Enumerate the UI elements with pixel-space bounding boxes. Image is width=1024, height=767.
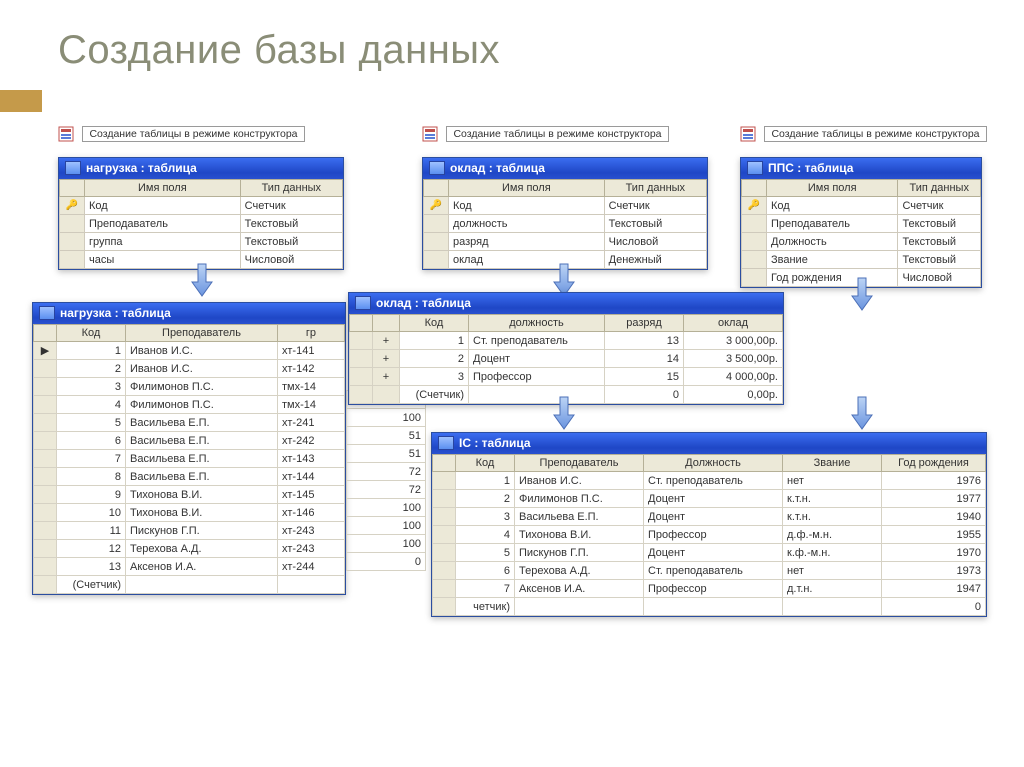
- win-pps-sheet[interactable]: ІС : таблица КодПреподавательДолжностьЗв…: [431, 432, 987, 617]
- field-name[interactable]: Преподаватель: [85, 215, 241, 233]
- titlebar[interactable]: оклад : таблица: [349, 293, 783, 314]
- title-text: оклад : таблица: [450, 161, 545, 175]
- table-icon: [747, 161, 763, 175]
- titlebar[interactable]: ППС : таблица: [741, 158, 981, 179]
- field-type[interactable]: Числовой: [898, 269, 981, 287]
- field-name[interactable]: оклад: [449, 251, 605, 269]
- title-text: нагрузка : таблица: [86, 161, 197, 175]
- field-name[interactable]: Код: [767, 197, 898, 215]
- title-text: ІС : таблица: [459, 436, 531, 450]
- access-icon: [740, 126, 756, 142]
- titlebar[interactable]: оклад : таблица: [423, 158, 707, 179]
- win-pps-design[interactable]: ППС : таблица Имя поляТип данных🔑КодСчет…: [740, 157, 982, 288]
- design-grid[interactable]: Имя поляТип данных🔑КодСчетчикПреподавате…: [59, 179, 343, 269]
- field-name[interactable]: Преподаватель: [767, 215, 898, 233]
- field-type[interactable]: Текстовый: [240, 233, 342, 251]
- field-type[interactable]: Текстовый: [898, 215, 981, 233]
- field-name[interactable]: часы: [85, 251, 241, 269]
- arrow-down-icon: [552, 395, 576, 431]
- link-label: Создание таблицы в режиме конструктора: [446, 126, 668, 142]
- field-name[interactable]: разряд: [449, 233, 605, 251]
- title-text: ППС : таблица: [768, 161, 853, 175]
- table-icon: [355, 296, 371, 310]
- field-type[interactable]: Счетчик: [898, 197, 981, 215]
- access-icon: [422, 126, 438, 142]
- field-name[interactable]: Код: [449, 197, 605, 215]
- datasheet[interactable]: КодПреподавательДолжностьЗваниеГод рожде…: [432, 454, 986, 616]
- field-type[interactable]: Счетчик: [604, 197, 706, 215]
- titlebar[interactable]: нагрузка : таблица: [33, 303, 345, 324]
- slide-title: Создание базы данных: [0, 0, 1024, 91]
- link-pps-constructor[interactable]: Создание таблицы в режиме конструктора: [740, 125, 987, 143]
- win-oklad-design[interactable]: оклад : таблица Имя поляТип данных🔑КодСч…: [422, 157, 708, 270]
- arrow-down-icon: [190, 262, 214, 298]
- field-name[interactable]: должность: [449, 215, 605, 233]
- win-nagruzka-sheet[interactable]: нагрузка : таблица КодПреподавательгр▶1И…: [32, 302, 346, 595]
- titlebar[interactable]: нагрузка : таблица: [59, 158, 343, 179]
- field-name[interactable]: Должность: [767, 233, 898, 251]
- title-text: оклад : таблица: [376, 296, 471, 310]
- nagruzka-hours-column: 100100515172721001001000: [346, 390, 426, 571]
- table-icon: [429, 161, 445, 175]
- link-oklad-constructor[interactable]: Создание таблицы в режиме конструктора: [422, 125, 669, 143]
- design-grid[interactable]: Имя поляТип данных🔑КодСчетчикПреподавате…: [741, 179, 981, 287]
- table-icon: [438, 436, 454, 450]
- field-name[interactable]: Звание: [767, 251, 898, 269]
- access-icon: [58, 126, 74, 142]
- arrow-down-icon: [850, 395, 874, 431]
- accent-bar: [0, 90, 42, 112]
- field-name[interactable]: Год рождения: [767, 269, 898, 287]
- datasheet[interactable]: Коддолжностьразрядоклад+1Ст. преподавате…: [349, 314, 783, 404]
- field-type[interactable]: Числовой: [604, 233, 706, 251]
- table-icon: [39, 306, 55, 320]
- field-name[interactable]: Код: [85, 197, 241, 215]
- field-type[interactable]: Текстовый: [898, 251, 981, 269]
- design-grid[interactable]: Имя поляТип данных🔑КодСчетчикдолжностьТе…: [423, 179, 707, 269]
- link-label: Создание таблицы в режиме конструктора: [82, 126, 304, 142]
- link-label: Создание таблицы в режиме конструктора: [764, 126, 986, 142]
- field-name[interactable]: группа: [85, 233, 241, 251]
- table-icon: [65, 161, 81, 175]
- win-nagruzka-design[interactable]: нагрузка : таблица Имя поляТип данных🔑Ко…: [58, 157, 344, 270]
- link-nagruzka-constructor[interactable]: Создание таблицы в режиме конструктора: [58, 125, 305, 143]
- titlebar[interactable]: ІС : таблица: [432, 433, 986, 454]
- field-type[interactable]: Текстовый: [898, 233, 981, 251]
- win-oklad-sheet[interactable]: оклад : таблица Коддолжностьразрядоклад+…: [348, 292, 784, 405]
- field-type[interactable]: Счетчик: [240, 197, 342, 215]
- field-type[interactable]: Текстовый: [604, 215, 706, 233]
- arrow-down-icon: [850, 276, 874, 312]
- field-type[interactable]: Текстовый: [240, 215, 342, 233]
- title-text: нагрузка : таблица: [60, 306, 171, 320]
- field-type[interactable]: Числовой: [240, 251, 342, 269]
- field-type[interactable]: Денежный: [604, 251, 706, 269]
- datasheet[interactable]: КодПреподавательгр▶1Иванов И.С.хт-1412Ив…: [33, 324, 345, 594]
